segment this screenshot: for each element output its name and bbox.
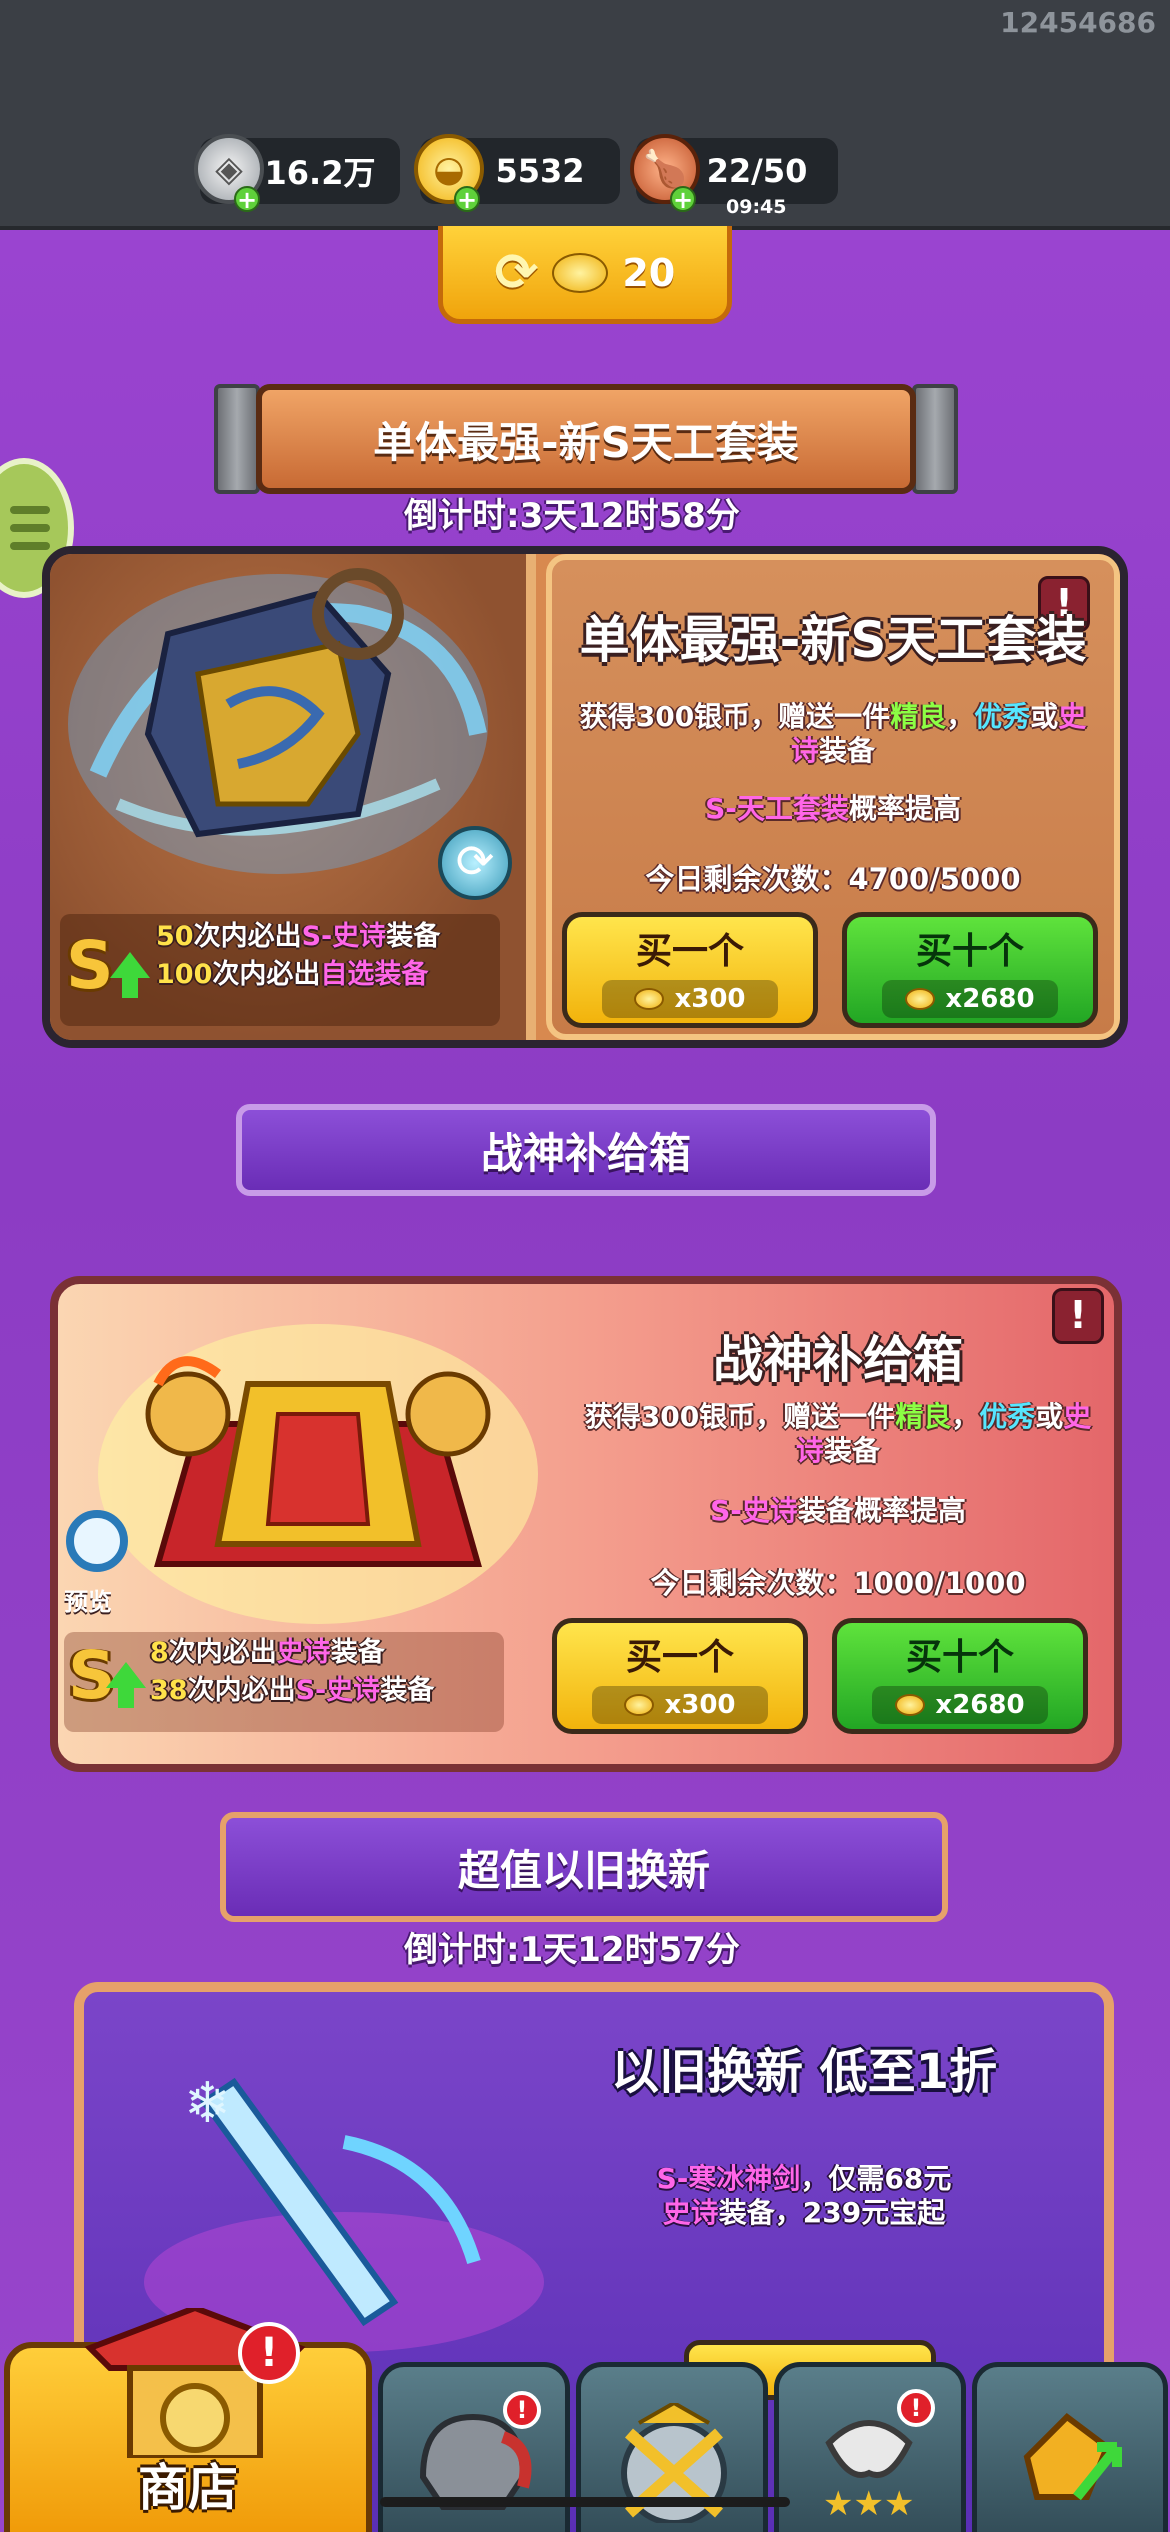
gold-ingot-icon [624,1694,655,1716]
banner1-info-panel: ! 单体最强-新S天工套装 获得300银币，赠送一件精良，优秀或史诗装备 S-天… [546,554,1120,1040]
banner1-description: 获得300银币，赠送一件精良，优秀或史诗装备 [579,700,1087,767]
buy-one-button[interactable]: 买一个 x300 [562,912,818,1028]
armor-art-icon [98,1324,538,1624]
gold-ingot-icon [634,988,665,1010]
home-indicator [380,2497,790,2507]
silver-value: 16.2万 [264,154,376,192]
preview-label[interactable]: 预览 [64,1582,112,1617]
refresh-icon: ⟳ [494,242,539,303]
gold-resource[interactable]: ◒ 5532 + [414,134,620,212]
banner1-card-title: 单体最强-新S天工套装 [579,611,1087,669]
wings-alert-icon: ! [897,2389,935,2427]
section3-line-2: 史诗装备，239元宝起 [662,2196,946,2229]
buy-one-cost: x300 [592,1686,768,1724]
buy-one-label: 买一个 [625,1637,734,1678]
refresh-cost: 20 [622,250,676,295]
pillar-right [912,384,958,494]
magnifier-icon[interactable] [66,1510,128,1572]
gold-ingot-icon [905,988,936,1010]
stamina-value: 22/50 [706,152,808,190]
refresh-small-icon[interactable]: ⟳ [438,826,512,900]
section3-countdown: 倒计时:1天12时57分 [404,1930,740,1970]
section3-description: S-寒冰神剑，仅需68元 史诗装备，239元宝起 [524,2162,1084,2230]
pillar-left [214,384,260,494]
silver-resource[interactable]: ◈ 16.2万 + [194,134,400,212]
nav-shop-tab[interactable]: ! 商店 [4,2308,372,2532]
pity-line-2: 38次内必出S-史诗装备 [150,1675,435,1706]
pity-line-2: 100次内必出自选装备 [156,959,429,990]
svg-text:★★★: ★★★ [823,2484,914,2523]
section2-remaining: 今日剩余次数：1000/1000 [650,1566,1026,1600]
banner1-pity-lines: 50次内必出S-史诗装备 100次内必出自选装备 [156,918,440,994]
stamina-timer: 09:45 [726,196,787,218]
up-arrow-icon [110,952,150,978]
banner1-art-panel: ⟳ S 50次内必出S-史诗装备 100次内必出自选装备 [50,554,536,1040]
section2-pity-lines: 8次内必出史诗装备 38次内必出S-史诗装备 [150,1634,434,1710]
buy-one-label: 买一个 [635,931,744,972]
banner1-remaining: 今日剩余次数：4700/5000 [645,862,1021,896]
nav-wings-tab[interactable]: ★★★ ! [774,2362,966,2532]
buy-ten-label: 买十个 [905,1637,1014,1678]
gold-ingot-icon [552,252,609,293]
stamina-resource[interactable]: 🍗 22/50 09:45 + [630,134,838,218]
buy-ten-button[interactable]: 买十个 x2680 [842,912,1098,1028]
helmet-alert-icon: ! [503,2391,541,2429]
add-silver-button[interactable]: + [234,186,260,212]
section2-card-title: 战神补给箱 [713,1331,963,1389]
buy-one-button[interactable]: 买一个 x300 [552,1618,808,1734]
banner1-countdown: 倒计时:3天12时58分 [404,496,740,536]
refresh-button[interactable]: ⟳ 20 [438,226,732,324]
up-arrow-icon [106,1662,146,1688]
section2-description: 获得300银币，赠送一件精良，优秀或史诗装备 [584,1400,1092,1467]
section2-header: 战神补给箱 [236,1104,936,1196]
gold-value: 5532 [495,152,585,190]
nav-upgrade-tab[interactable] [972,2362,1168,2532]
add-gold-button[interactable]: + [454,186,480,212]
gold-ingot-icon [895,1694,926,1716]
section3-header: 超值以旧换新 [220,1812,948,1922]
svg-text:❄: ❄ [184,2071,231,2136]
section2-boost-text: S-史诗装备概率提高 [710,1494,966,1527]
section3-line-1: S-寒冰神剑，仅需68元 [656,2162,952,2195]
buy-ten-button[interactable]: 买十个 x2680 [832,1618,1088,1734]
add-stamina-button[interactable]: + [670,186,696,212]
pity-line-1: 50次内必出S-史诗装备 [156,921,441,952]
section3-card-title: 以旧换新 低至1折 [610,2044,998,2100]
shop-alert-icon: ! [238,2322,300,2384]
banner1-title: 单体最强-新S天工套装 [256,384,916,494]
buy-ten-cost: x2680 [872,1686,1048,1724]
top-bar: 12454686 ◈ 16.2万 + ◒ 5532 + 🍗 22/50 09:4… [0,0,1170,230]
shop-label: 商店 [138,2459,238,2517]
buy-ten-label: 买十个 [915,931,1024,972]
upgrade-ore-icon [1023,2413,1122,2501]
banner1-card: ⟳ S 50次内必出S-史诗装备 100次内必出自选装备 ! 单体最强-新S天工… [42,546,1128,1048]
buy-one-cost: x300 [602,980,778,1018]
banner1-boost-text: S-天工套装概率提高 [705,792,961,825]
pity-line-1: 8次内必出史诗装备 [150,1637,385,1668]
player-uid: 12454686 [1000,6,1156,39]
buy-ten-cost: x2680 [882,980,1058,1018]
section2-card: 预览 S 8次内必出史诗装备 38次内必出S-史诗装备 ! 战神补给箱 获得30… [50,1276,1122,1772]
